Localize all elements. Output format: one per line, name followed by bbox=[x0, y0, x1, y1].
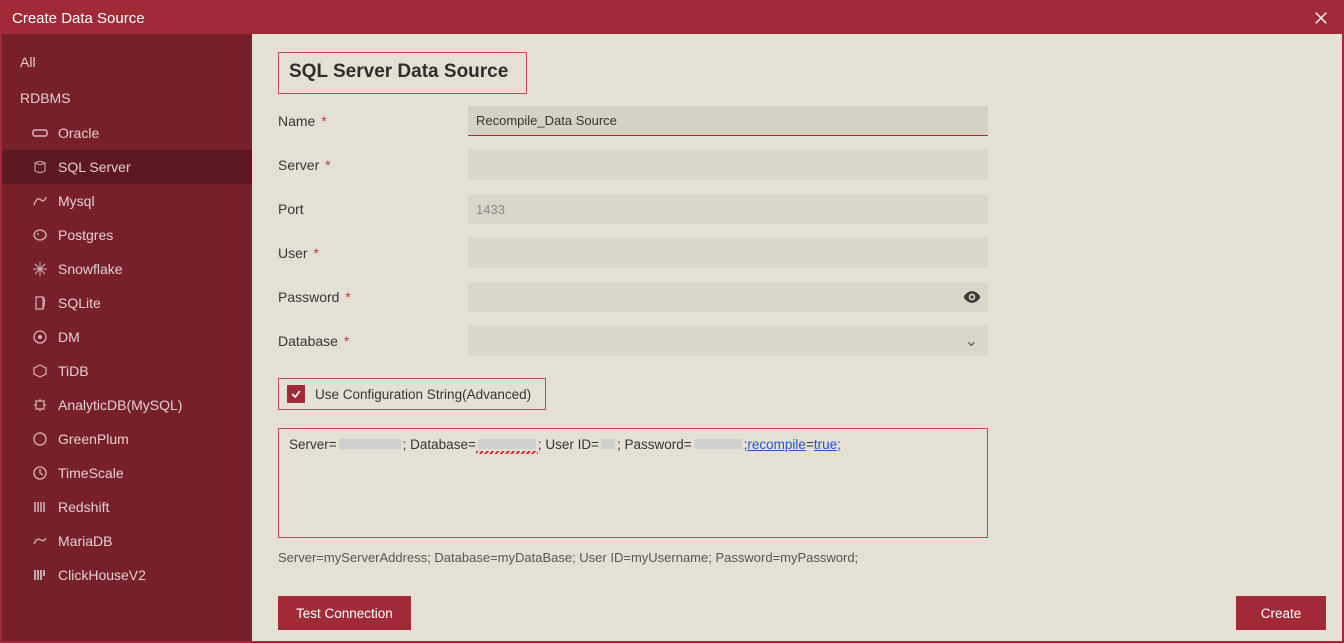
server-input[interactable] bbox=[468, 150, 988, 180]
page-title: SQL Server Data Source bbox=[289, 61, 508, 83]
footer: Test Connection Create bbox=[252, 593, 1342, 641]
redshift-icon bbox=[32, 499, 48, 515]
name-label: Name * bbox=[278, 113, 468, 129]
port-input[interactable] bbox=[468, 194, 988, 224]
config-string-checkbox[interactable] bbox=[287, 385, 305, 403]
sidebar-item-label: TimeScale bbox=[58, 465, 124, 481]
name-input[interactable] bbox=[468, 106, 988, 136]
snowflake-icon bbox=[32, 261, 48, 277]
create-button[interactable]: Create bbox=[1236, 596, 1326, 630]
password-label: Password * bbox=[278, 289, 468, 305]
sidebar-item-mysql[interactable]: Mysql bbox=[2, 184, 252, 218]
sidebar-item-redshift[interactable]: Redshift bbox=[2, 490, 252, 524]
mysql-icon bbox=[32, 193, 48, 209]
greenplum-icon bbox=[32, 431, 48, 447]
sidebar-item-label: GreenPlum bbox=[58, 431, 129, 447]
close-icon bbox=[1314, 11, 1328, 25]
connection-string-hint: Server=myServerAddress; Database=myDataB… bbox=[278, 550, 1316, 565]
sidebar-item-label: AnalyticDB(MySQL) bbox=[58, 397, 182, 413]
sidebar-item-label: SQL Server bbox=[58, 159, 131, 175]
dm-icon bbox=[32, 329, 48, 345]
sidebar-item-label: TiDB bbox=[58, 363, 89, 379]
sidebar-item-label: MariaDB bbox=[58, 533, 112, 549]
analyticdb-icon bbox=[32, 397, 48, 413]
sidebar-item-postgres[interactable]: Postgres bbox=[2, 218, 252, 252]
tidb-icon bbox=[32, 363, 48, 379]
conn-part: Server= bbox=[289, 437, 337, 452]
toggle-password-button[interactable] bbox=[960, 285, 984, 309]
sqlserver-icon bbox=[32, 159, 48, 175]
postgres-icon bbox=[32, 227, 48, 243]
user-input[interactable] bbox=[468, 238, 988, 268]
dialog-window: Create Data Source All RDBMS Oracle SQL … bbox=[0, 0, 1344, 643]
sidebar-item-label: DM bbox=[58, 329, 80, 345]
row-password: Password * bbox=[278, 282, 1316, 312]
redacted bbox=[601, 439, 615, 449]
sidebar-item-label: Oracle bbox=[58, 125, 99, 141]
sidebar: All RDBMS Oracle SQL Server Mysql Postgr… bbox=[2, 34, 252, 641]
sidebar-item-label: Snowflake bbox=[58, 261, 123, 277]
conn-key: true; bbox=[814, 437, 841, 452]
chevron-down-icon: ⌄ bbox=[965, 331, 978, 351]
sqlite-icon bbox=[32, 295, 48, 311]
sidebar-item-label: ClickHouseV2 bbox=[58, 567, 146, 583]
redacted bbox=[476, 437, 538, 452]
sidebar-item-sqlserver[interactable]: SQL Server bbox=[2, 150, 252, 184]
sidebar-item-label: Mysql bbox=[58, 193, 95, 209]
redacted bbox=[339, 439, 401, 449]
server-label: Server * bbox=[278, 157, 468, 173]
conn-eq: = bbox=[806, 437, 814, 452]
row-name: Name * bbox=[278, 106, 1316, 136]
page-title-highlight: SQL Server Data Source bbox=[278, 52, 527, 94]
port-label: Port bbox=[278, 201, 468, 217]
sidebar-item-analyticdb[interactable]: AnalyticDB(MySQL) bbox=[2, 388, 252, 422]
row-server: Server * bbox=[278, 150, 1316, 180]
password-input[interactable] bbox=[468, 282, 988, 312]
sidebar-item-label: SQLite bbox=[58, 295, 101, 311]
database-label: Database * bbox=[278, 333, 468, 349]
window-title: Create Data Source bbox=[12, 10, 145, 27]
connection-string-input[interactable]: Server= ; Database= ; User ID= ; Password=;… bbox=[278, 428, 988, 538]
timescale-icon bbox=[32, 465, 48, 481]
conn-part: ; Password= bbox=[617, 437, 692, 452]
redacted bbox=[694, 439, 742, 449]
sidebar-item-timescale[interactable]: TimeScale bbox=[2, 456, 252, 490]
mariadb-icon bbox=[32, 533, 48, 549]
conn-part: ; User ID= bbox=[538, 437, 599, 452]
row-port: Port bbox=[278, 194, 1316, 224]
dialog-body: All RDBMS Oracle SQL Server Mysql Postgr… bbox=[2, 34, 1342, 641]
titlebar: Create Data Source bbox=[2, 2, 1342, 34]
oracle-icon bbox=[32, 125, 48, 141]
sidebar-section-rdbms: RDBMS bbox=[2, 80, 252, 116]
sidebar-item-mariadb[interactable]: MariaDB bbox=[2, 524, 252, 558]
conn-key: ;recompile bbox=[744, 437, 806, 452]
sidebar-item-label: Redshift bbox=[58, 499, 109, 515]
config-string-checkbox-highlight: Use Configuration String(Advanced) bbox=[278, 378, 546, 410]
eye-icon bbox=[962, 287, 982, 307]
test-connection-button[interactable]: Test Connection bbox=[278, 596, 411, 630]
sidebar-item-dm[interactable]: DM bbox=[2, 320, 252, 354]
sidebar-item-oracle[interactable]: Oracle bbox=[2, 116, 252, 150]
sidebar-item-tidb[interactable]: TiDB bbox=[2, 354, 252, 388]
row-user: User * bbox=[278, 238, 1316, 268]
row-database: Database * ⌄ bbox=[278, 326, 1316, 356]
database-select[interactable]: ⌄ bbox=[468, 326, 988, 356]
sidebar-item-label: Postgres bbox=[58, 227, 113, 243]
sidebar-item-clickhouse[interactable]: ClickHouseV2 bbox=[2, 558, 252, 592]
user-label: User * bbox=[278, 245, 468, 261]
sidebar-item-all[interactable]: All bbox=[2, 44, 252, 80]
sidebar-item-snowflake[interactable]: Snowflake bbox=[2, 252, 252, 286]
clickhouse-icon bbox=[32, 567, 48, 583]
conn-part: ; Database= bbox=[403, 437, 476, 452]
content-scroll[interactable]: SQL Server Data Source Name * Server * P… bbox=[252, 34, 1342, 593]
config-string-label: Use Configuration String(Advanced) bbox=[315, 387, 531, 402]
sidebar-item-sqlite[interactable]: SQLite bbox=[2, 286, 252, 320]
sidebar-item-greenplum[interactable]: GreenPlum bbox=[2, 422, 252, 456]
close-button[interactable] bbox=[1310, 7, 1332, 29]
check-icon bbox=[290, 388, 302, 400]
content: SQL Server Data Source Name * Server * P… bbox=[252, 34, 1342, 641]
